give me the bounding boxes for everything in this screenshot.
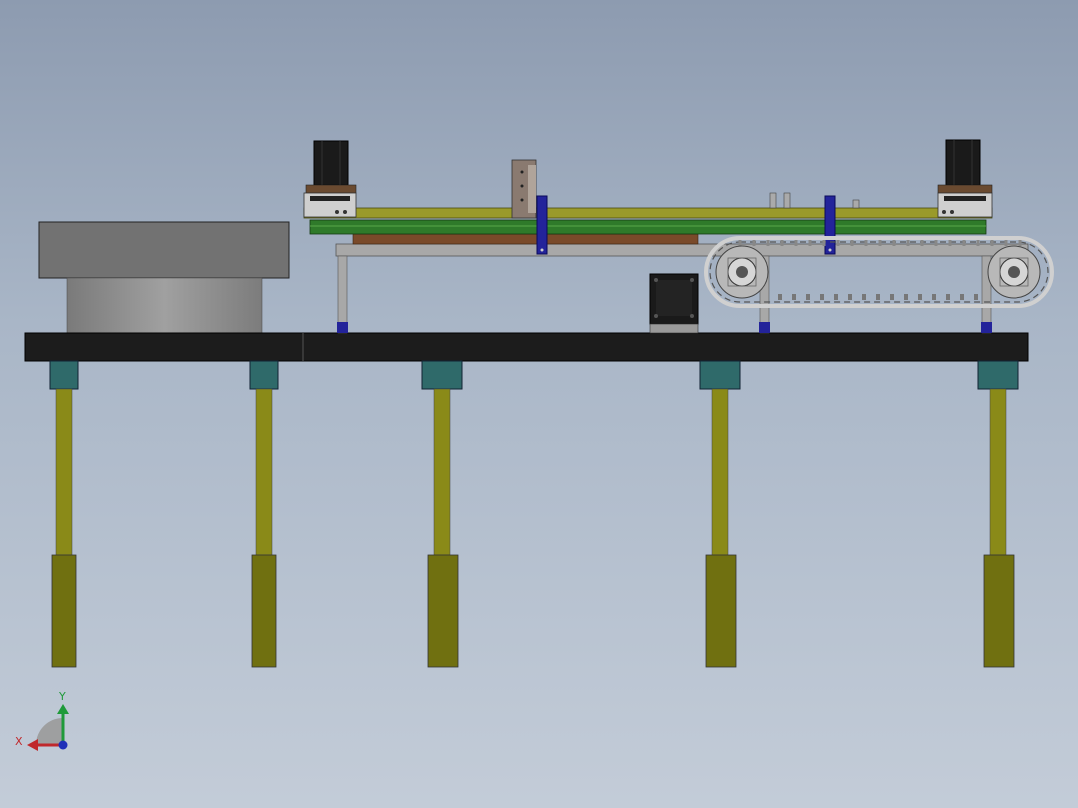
green-rail	[309, 219, 987, 235]
left-stepper-motor[interactable]	[303, 140, 357, 218]
right-sprocket	[987, 245, 1041, 299]
leg	[421, 360, 463, 668]
housing-body	[66, 277, 263, 334]
cad-viewport[interactable]: Y X	[0, 0, 1078, 808]
left-housing[interactable]	[38, 221, 290, 334]
leg	[977, 360, 1019, 668]
yellow-rail	[303, 207, 993, 219]
triad-y-label: Y	[58, 690, 66, 703]
coordinate-triad-icon	[27, 704, 69, 751]
table-legs	[49, 360, 1019, 668]
right-stepper-motor[interactable]	[937, 139, 993, 218]
triad-x-label: X	[15, 735, 23, 748]
leg	[699, 360, 741, 668]
housing-top	[38, 221, 290, 279]
left-sprocket	[715, 245, 769, 299]
cad-model-drawing: Y X	[15, 139, 1054, 751]
leg	[249, 360, 279, 668]
center-stepper-motor[interactable]	[649, 273, 699, 334]
wood-plate	[352, 233, 699, 245]
center-bracket	[511, 159, 537, 219]
leg	[49, 360, 79, 668]
rail-posts	[769, 192, 860, 209]
table-top[interactable]	[24, 332, 1029, 362]
